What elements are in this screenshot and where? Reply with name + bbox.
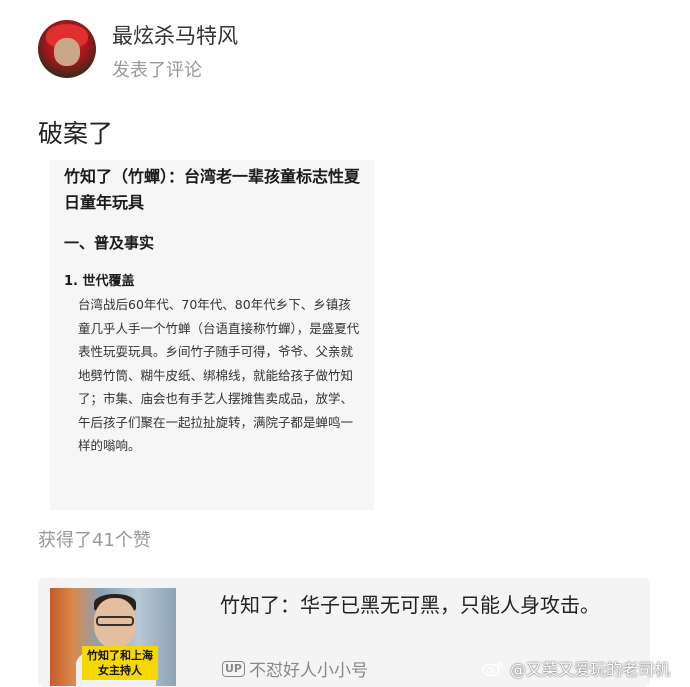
document-item-title: 1. 世代覆盖: [64, 274, 135, 289]
thumbnail-caption: 竹知了和上海女主持人: [82, 646, 158, 680]
document-screenshot[interactable]: 竹知了（竹蟬）：台湾老一辈孩童标志性夏日童年玩具 一、普及事实 1. 世代覆盖 …: [50, 160, 374, 510]
document-section-heading: 一、普及事实: [64, 234, 155, 252]
weibo-icon: [482, 661, 503, 676]
quoted-post-author[interactable]: UP 不怼好人小小号: [222, 656, 368, 681]
username[interactable]: 最炫杀马特风: [112, 20, 238, 50]
watermark-text: @又菜又爱玩的老司机: [510, 660, 671, 679]
user-avatar[interactable]: [38, 20, 96, 78]
quoted-post-author-name: 不怼好人小小号: [249, 661, 368, 681]
post-action-label: 发表了评论: [112, 60, 202, 81]
document-body-text: 台湾战后60年代、70年代、80年代乡下、乡镇孩童几乎人手一个竹蝉（台语直接称竹…: [78, 297, 360, 453]
quoted-post-title[interactable]: 竹知了：华子已黑无可黑，只能人身攻击。: [220, 590, 630, 620]
comment-text: 破案了: [38, 119, 114, 148]
thumbnail-glasses: [96, 616, 134, 626]
quoted-post-thumbnail[interactable]: 竹知了和上海女主持人: [50, 588, 176, 686]
watermark: @又菜又爱玩的老司机: [482, 656, 670, 680]
avatar-face: [54, 38, 80, 66]
document-title: 竹知了（竹蟬）：台湾老一辈孩童标志性夏日童年玩具: [64, 167, 361, 212]
likes-count: 获得了41个赞: [38, 530, 151, 551]
up-badge-icon: UP: [222, 660, 245, 677]
